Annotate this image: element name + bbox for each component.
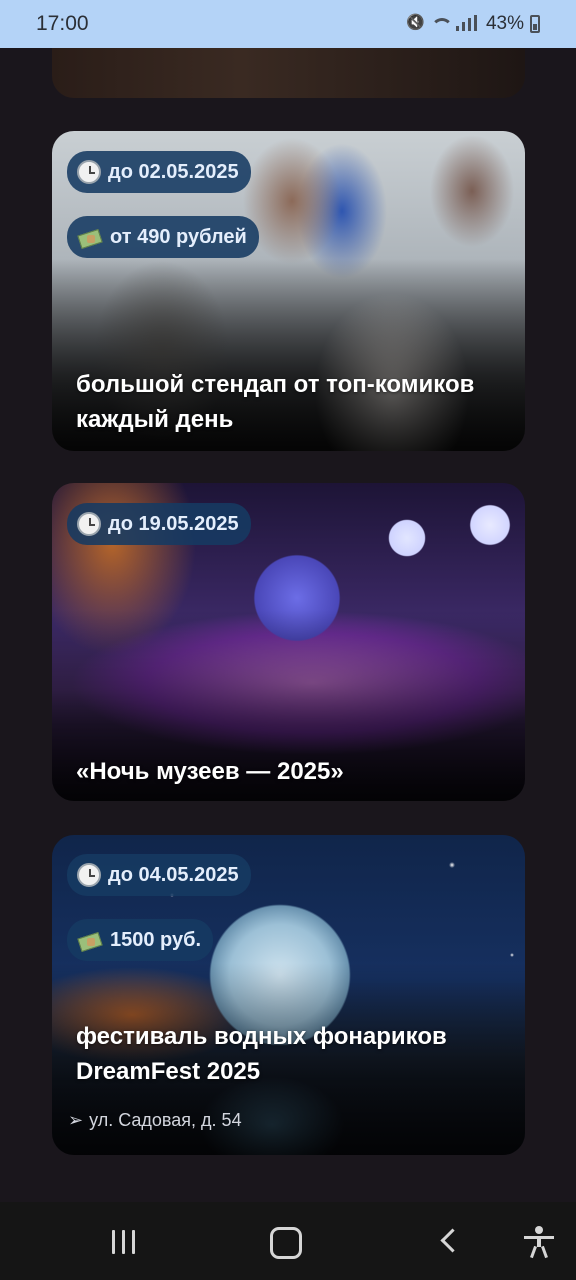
- date-badge: до 02.05.2025: [67, 151, 251, 193]
- events-feed[interactable]: до 02.05.2025 от 490 рублей большой стен…: [0, 48, 576, 1202]
- event-card[interactable]: до 04.05.2025 1500 руб. фестиваль водных…: [52, 835, 525, 1155]
- arrow-icon: ➢: [68, 1110, 84, 1130]
- status-bar: 17:00 43%: [0, 0, 576, 48]
- back-button[interactable]: [432, 1226, 472, 1258]
- money-icon: [77, 929, 103, 951]
- event-title: «Ночь музеев — 2025»: [76, 758, 344, 785]
- status-time: 17:00: [36, 12, 89, 35]
- accessibility-button[interactable]: [520, 1226, 560, 1259]
- recent-apps-button[interactable]: [106, 1226, 146, 1258]
- event-address: ➢ ул. Садовая, д. 54: [68, 1110, 242, 1131]
- clock-icon: [77, 160, 101, 184]
- signal-icon: [454, 15, 480, 33]
- clock-icon: [77, 863, 101, 887]
- price-text: от 490 рублей: [110, 225, 247, 248]
- battery-percentage: 43%: [485, 13, 524, 34]
- mute-icon: [406, 15, 424, 33]
- event-title: большой стендап от топ-комиков каждый де…: [76, 371, 475, 433]
- event-card[interactable]: до 02.05.2025 от 490 рублей большой стен…: [52, 131, 525, 451]
- date-text: до 19.05.2025: [108, 512, 239, 535]
- home-button[interactable]: [264, 1226, 304, 1259]
- status-icons: 43%: [406, 13, 540, 35]
- price-badge: 1500 руб.: [67, 919, 214, 961]
- address-text: ул. Садовая, д. 54: [89, 1110, 242, 1130]
- clock-icon: [77, 512, 101, 536]
- battery-icon: [530, 15, 540, 33]
- event-card[interactable]: до 19.05.2025 «Ночь музеев — 2025»: [52, 483, 525, 801]
- date-badge: до 19.05.2025: [67, 503, 251, 545]
- event-card-previous[interactable]: [52, 48, 525, 98]
- price-badge: от 490 рублей: [67, 216, 259, 258]
- date-text: до 04.05.2025: [108, 863, 239, 886]
- event-title: фестиваль водных фонариков DreamFest 202…: [76, 1023, 447, 1085]
- date-badge: до 04.05.2025: [67, 854, 251, 896]
- system-nav-bar: [0, 1202, 576, 1280]
- money-icon: [77, 226, 103, 248]
- date-text: до 02.05.2025: [108, 160, 239, 183]
- price-text: 1500 руб.: [110, 928, 202, 951]
- wifi-icon: [430, 15, 453, 33]
